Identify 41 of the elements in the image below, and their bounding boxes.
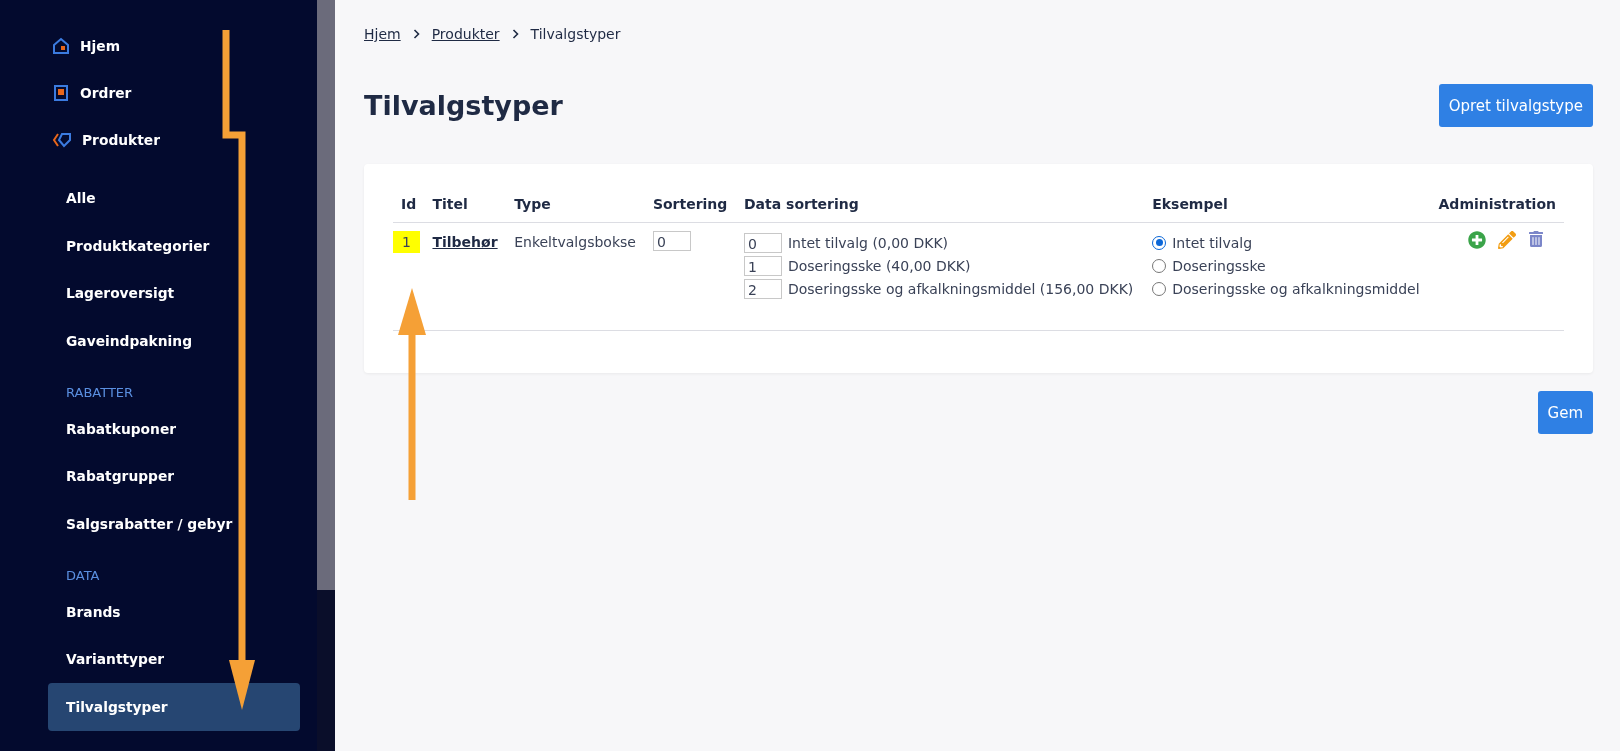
sort-input[interactable]: 1 xyxy=(744,255,782,276)
sidebar-item[interactable]: Lageroversigt xyxy=(48,269,300,318)
option-label: Intet tilvalg (0,00 DKK) xyxy=(788,234,949,251)
sidebar-item[interactable]: Tilvalgstyper xyxy=(48,683,300,731)
sort-input[interactable]: 2 xyxy=(744,278,782,299)
radio-label: Doseringsske xyxy=(1172,257,1266,274)
id-cell: 1 xyxy=(393,231,420,253)
sidebar-item[interactable]: Brands xyxy=(48,587,300,636)
breadcrumb-link[interactable]: Hjem xyxy=(364,26,401,42)
sort-input[interactable]: 0 xyxy=(744,232,782,253)
column-header: Administration xyxy=(1429,188,1564,223)
column-header: Sortering xyxy=(644,188,736,223)
sidebar-item[interactable]: Hjem xyxy=(52,22,300,69)
column-header: Eksempel xyxy=(1144,188,1430,223)
sidebar-section-heading: DATA xyxy=(66,567,101,585)
sidebar-item[interactable]: Salgsrabatter / gebyr xyxy=(48,500,300,548)
sidebar-item[interactable]: Produktkategorier xyxy=(48,221,300,270)
sidebar-item[interactable]: Rabatgrupper xyxy=(48,452,300,501)
column-header: Titel xyxy=(424,188,507,223)
column-header: Data sortering xyxy=(736,188,1145,223)
sidebar-item[interactable]: Varianttyper xyxy=(48,635,300,684)
sort-input[interactable]: 0 xyxy=(652,231,691,251)
save-button[interactable]: Gem xyxy=(1537,391,1593,434)
breadcrumb-link[interactable]: Produkter xyxy=(431,26,500,42)
column-header: Id xyxy=(393,188,425,223)
sidebar-item[interactable]: Produkter xyxy=(52,116,300,163)
sidebar-item[interactable]: Gaveindpakning xyxy=(48,317,300,365)
radio-label: Intet tilvalg xyxy=(1172,234,1253,251)
sidebar-item[interactable]: Rabatkuponer xyxy=(48,404,300,453)
page-title: Tilvalgstyper xyxy=(364,90,563,121)
option-label: Doseringsske og afkalkningsmiddel (156,00 DKK) xyxy=(788,280,1134,297)
sidebar-item[interactable]: Ordrer xyxy=(52,69,300,116)
type-cell: Enkeltvalgsbokse xyxy=(514,234,636,250)
option-label: Doseringsske (40,00 DKK) xyxy=(788,257,971,274)
breadcrumb-current: Tilvalgstyper xyxy=(530,26,621,42)
title-link[interactable]: Tilbehør xyxy=(432,234,498,250)
sidebar-item[interactable]: Alle xyxy=(48,174,300,222)
radio-label: Doseringsske og afkalkningsmiddel xyxy=(1172,280,1420,297)
sidebar-section-heading: RABATTER xyxy=(66,384,135,402)
create-button[interactable]: Opret tilvalgstype xyxy=(1438,84,1593,127)
column-header: Type xyxy=(506,188,645,223)
